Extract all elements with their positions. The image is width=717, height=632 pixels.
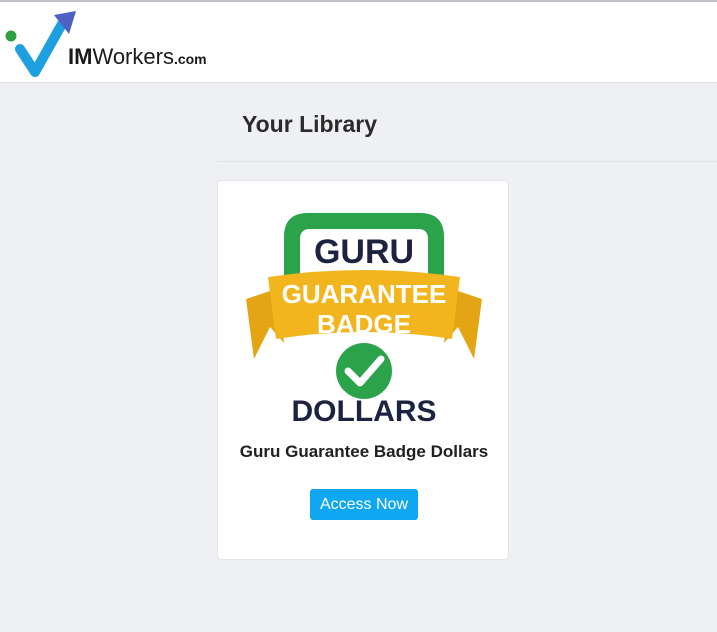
thumbnail-top-word: GURU: [314, 233, 414, 271]
site-header: IMWorkers.com: [0, 2, 717, 83]
library-item-card: GURU GUARANTEE BADGE DOLLARS Guru Guaran…: [217, 180, 509, 560]
logo-wordmark: IMWorkers.com: [68, 44, 207, 70]
thumbnail-ribbon-line1: GUARANTEE: [282, 279, 447, 309]
logo-im: IM: [68, 44, 93, 69]
thumbnail-ribbon-line2: BADGE: [317, 309, 411, 339]
site-logo[interactable]: IMWorkers.com: [4, 8, 219, 80]
logo-workers: Workers: [92, 44, 174, 69]
thumbnail-check-icon: [336, 343, 392, 399]
item-title: Guru Guarantee Badge Dollars: [239, 442, 489, 461]
page-title: Your Library: [242, 111, 378, 137]
logo-com: .com: [173, 51, 207, 67]
thumbnail-bottom-word: DOLLARS: [292, 395, 437, 425]
product-thumbnail[interactable]: GURU GUARANTEE BADGE DOLLARS: [242, 203, 486, 425]
access-now-button[interactable]: Access Now: [310, 489, 418, 520]
page-header: Your Library: [217, 83, 717, 162]
